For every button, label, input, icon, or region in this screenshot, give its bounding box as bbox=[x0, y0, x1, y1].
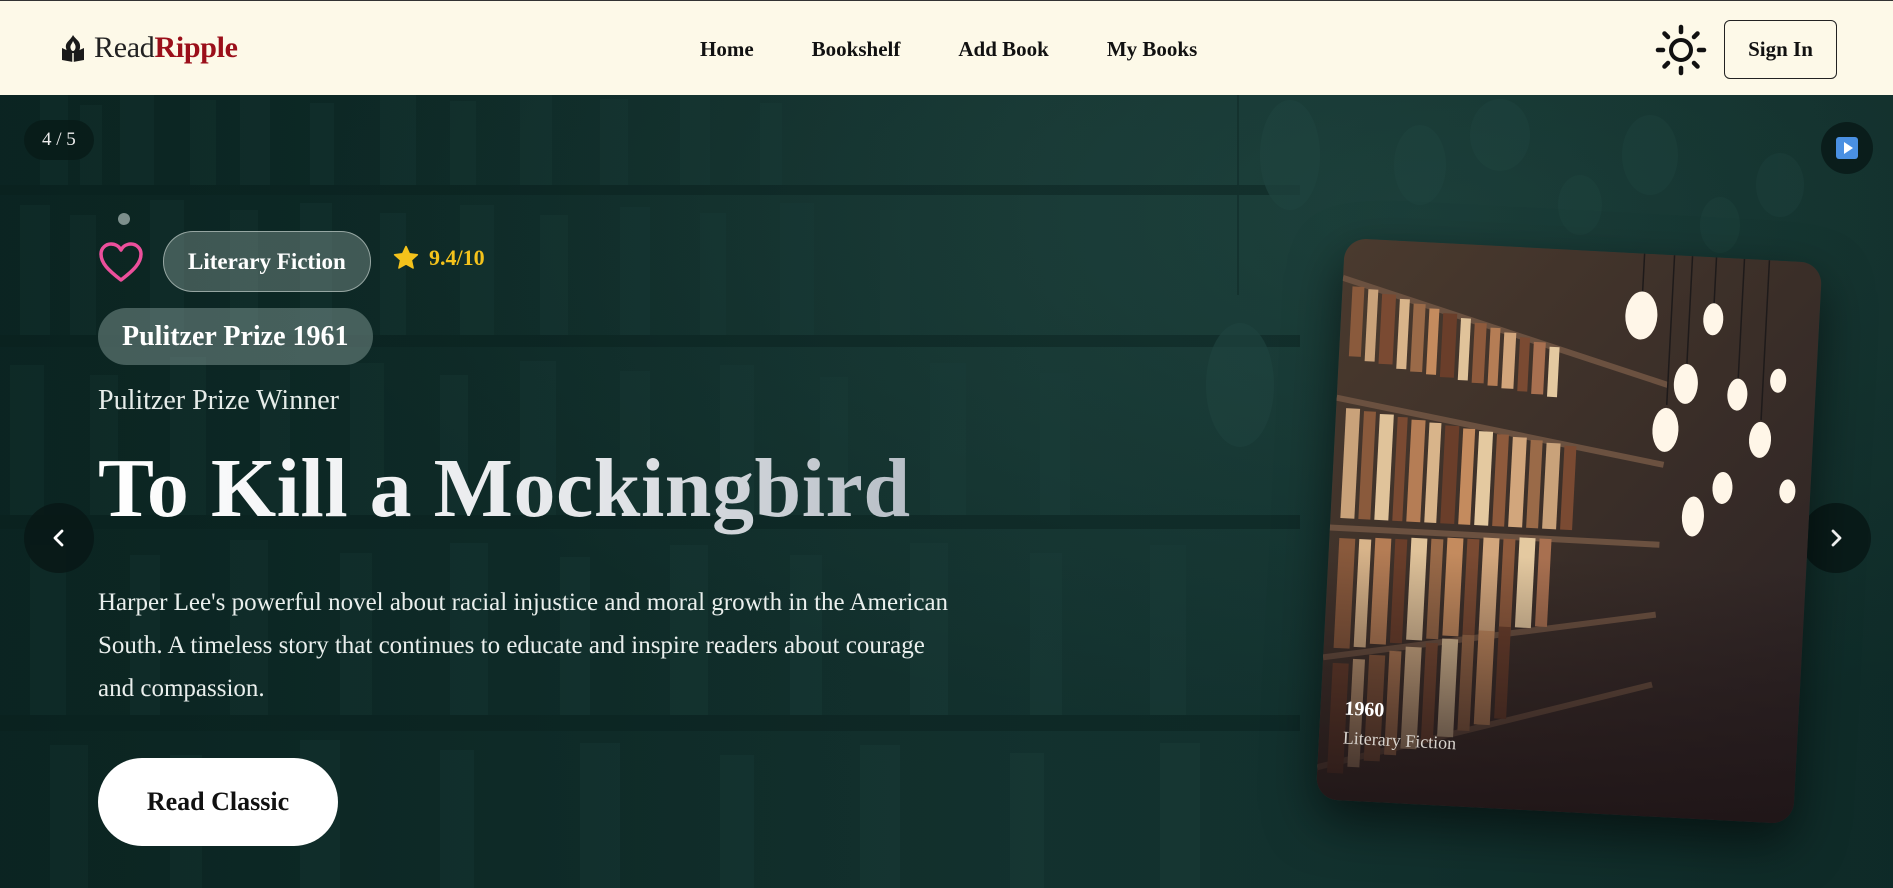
status-dot bbox=[118, 213, 130, 225]
nav-link-bookshelf[interactable]: Bookshelf bbox=[812, 37, 901, 62]
read-classic-button[interactable]: Read Classic bbox=[98, 758, 338, 846]
top-navbar: ReadRipple Home Bookshelf Add Book My Bo… bbox=[0, 0, 1893, 95]
sign-in-button[interactable]: Sign In bbox=[1724, 20, 1837, 79]
book-title: To Kill a Mockingbird bbox=[98, 442, 911, 535]
book-description: Harper Lee's powerful novel about racial… bbox=[98, 589, 949, 702]
slide-counter: 4 / 5 bbox=[24, 120, 94, 160]
rating-value: 9.4/10 bbox=[429, 245, 485, 270]
brand-logo[interactable]: ReadRipple bbox=[58, 31, 238, 65]
nav-link-add-book[interactable]: Add Book bbox=[958, 37, 1048, 62]
chevron-right-icon bbox=[1831, 529, 1842, 547]
main-nav: Home Bookshelf Add Book My Books bbox=[700, 37, 1197, 62]
book-subtitle: Pulitzer Prize Winner bbox=[98, 385, 339, 416]
heart-icon[interactable] bbox=[98, 240, 144, 286]
hero-carousel: 4 / 5 Literary Fiction 9.4/10 Pulitzer P… bbox=[0, 95, 1893, 888]
book-cover-card[interactable]: 1960 Literary Fiction bbox=[1315, 237, 1823, 825]
flame-book-icon bbox=[62, 35, 84, 62]
genre-badge: Literary Fiction bbox=[163, 231, 371, 292]
sun-icon[interactable] bbox=[1655, 24, 1707, 76]
nav-link-home[interactable]: Home bbox=[700, 37, 754, 62]
rating: 9.4/10 bbox=[393, 245, 485, 271]
next-slide-button[interactable] bbox=[1801, 503, 1871, 573]
previous-slide-button[interactable] bbox=[24, 503, 94, 573]
play-icon bbox=[1836, 137, 1858, 159]
nav-link-my-books[interactable]: My Books bbox=[1107, 37, 1197, 62]
star-icon bbox=[393, 245, 419, 269]
brand-name: ReadRipple bbox=[94, 31, 238, 64]
autoplay-button[interactable] bbox=[1821, 122, 1873, 174]
card-year: 1960 bbox=[1343, 697, 1385, 722]
award-badge: Pulitzer Prize 1961 bbox=[98, 308, 373, 365]
chevron-left-icon bbox=[53, 529, 64, 547]
